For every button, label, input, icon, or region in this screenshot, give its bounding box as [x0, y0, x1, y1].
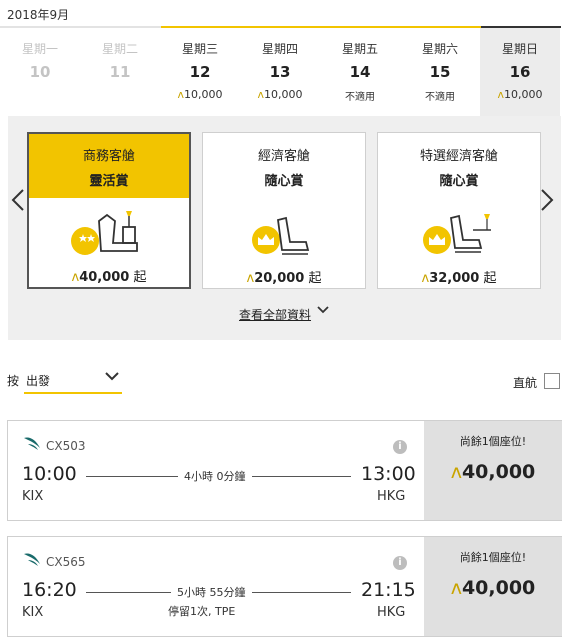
seats-remaining: 尚餘1個座位! [459, 551, 527, 564]
day-price: ʌ10,000 [177, 88, 223, 101]
day-price: ʌ10,000 [497, 88, 543, 101]
arrival-airport: HKG [377, 489, 406, 504]
sort-dropdown[interactable]: 出發 [24, 368, 122, 394]
cabin-name: 經濟客艙 [257, 149, 310, 164]
business-seat-star-icon [29, 204, 189, 260]
premium-economy-seat-crown-icon [378, 205, 540, 261]
airline-logo-icon [22, 550, 42, 572]
info-icon[interactable]: i [393, 440, 407, 454]
fare-price: ʌ40,000 [450, 577, 536, 599]
airline-logo-icon [22, 434, 42, 456]
seats-remaining: 尚餘1個座位! [459, 435, 527, 448]
flight-row[interactable]: CX565 i 16:20 KIX 5小時 55分鐘 停留1次, TPE 21:… [7, 536, 562, 637]
day-number: 10 [29, 63, 51, 81]
day-price: 不適用 [345, 92, 375, 103]
flight-duration: 5小時 55分鐘 [171, 584, 252, 600]
economy-seat-crown-icon [203, 205, 365, 261]
day-price: ʌ10,000 [257, 88, 303, 101]
departure-airport: KIX [22, 605, 44, 620]
departure-time: 16:20 [22, 579, 77, 601]
chevron-down-icon[interactable] [316, 304, 330, 319]
cabin-award: 靈活賞 [89, 174, 129, 189]
cabin-name: 特選經濟客艙 [419, 149, 498, 164]
day-cell: 星期一 10 [0, 28, 80, 116]
sort-label: 按 [7, 374, 20, 388]
day-name: 星期四 [261, 42, 298, 56]
month-label: 2018年9月 [7, 8, 70, 22]
day-number: 11 [109, 63, 131, 81]
date-strip: 星期一 10 星期二 11 星期三 12 ʌ10,000 星期四 13 ʌ10,… [0, 28, 561, 116]
day-name: 星期五 [341, 42, 378, 56]
fare-box[interactable]: 尚餘1個座位! ʌ40,000 [424, 421, 562, 520]
day-cell[interactable]: 星期六 15 不適用 [400, 28, 480, 116]
arrival-airport: HKG [377, 605, 406, 620]
flight-number: CX565 [46, 555, 86, 569]
cabin-award: 隨心賞 [264, 174, 304, 189]
avios-icon: ʌ [450, 577, 462, 599]
nonstop-checkbox[interactable] [544, 373, 560, 389]
cabin-card-premium-economy[interactable]: 特選經濟客艙 隨心賞 ʌ32,000 起 [377, 132, 541, 289]
cabin-price: ʌ40,000 起 [71, 270, 147, 285]
arrival-time: 13:00 [361, 463, 416, 485]
day-name: 星期二 [101, 42, 138, 56]
departure-time: 10:00 [22, 463, 77, 485]
day-number: 15 [429, 63, 451, 81]
day-number: 16 [509, 63, 531, 81]
day-price: 不適用 [425, 92, 455, 103]
flight-duration: 4小時 0分鐘 [178, 468, 252, 484]
cabin-card-header: 特選經濟客艙 隨心賞 [378, 133, 540, 199]
arrival-time: 21:15 [361, 579, 416, 601]
cabin-card-business[interactable]: 商務客艙 靈活賞 ʌ40,000 起 [27, 132, 191, 289]
chevron-down-icon [104, 370, 120, 386]
fare-box[interactable]: 尚餘1個座位! ʌ40,000 [424, 537, 562, 636]
day-name: 星期一 [21, 42, 58, 56]
day-cell-selected[interactable]: 星期日 16 ʌ10,000 [480, 28, 560, 116]
day-name: 星期日 [501, 42, 538, 56]
info-icon[interactable]: i [393, 556, 407, 570]
fare-price: ʌ40,000 [450, 461, 536, 483]
nonstop-label: 直航 [513, 376, 538, 390]
day-cell: 星期二 11 [80, 28, 160, 116]
cabin-card-economy[interactable]: 經濟客艙 隨心賞 ʌ20,000 起 [202, 132, 366, 289]
day-number: 14 [349, 63, 371, 81]
departure-airport: KIX [22, 489, 44, 504]
cabin-price: ʌ32,000 起 [421, 271, 497, 286]
avios-icon: ʌ [450, 461, 462, 483]
chevron-left-icon[interactable] [11, 188, 25, 217]
cabin-card-header: 經濟客艙 隨心賞 [203, 133, 365, 199]
day-cell[interactable]: 星期三 12 ʌ10,000 [160, 28, 240, 116]
sort-value: 出發 [26, 374, 51, 388]
day-cell[interactable]: 星期五 14 不適用 [320, 28, 400, 116]
cabin-price: ʌ20,000 起 [246, 271, 322, 286]
cabin-award: 隨心賞 [439, 174, 479, 189]
flight-number: CX503 [46, 439, 86, 453]
chevron-right-icon[interactable] [540, 188, 554, 217]
day-name: 星期三 [181, 42, 218, 56]
flight-stops: 停留1次, TPE [168, 605, 236, 618]
flight-row[interactable]: CX503 i 10:00 KIX 4小時 0分鐘 13:00 HKG 尚餘1個… [7, 420, 562, 521]
day-number: 12 [189, 63, 211, 81]
cabin-card-header: 商務客艙 靈活賞 [29, 134, 189, 198]
day-number: 13 [269, 63, 291, 81]
view-all-link[interactable]: 查看全部資料 [239, 306, 311, 323]
cabin-name: 商務客艙 [82, 149, 135, 164]
day-name: 星期六 [421, 42, 458, 56]
day-cell[interactable]: 星期四 13 ʌ10,000 [240, 28, 320, 116]
